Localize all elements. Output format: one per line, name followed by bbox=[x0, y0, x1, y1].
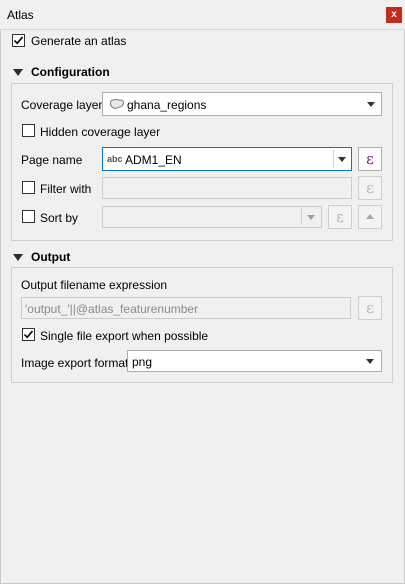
configuration-header[interactable]: Configuration bbox=[31, 65, 110, 79]
combo-divider bbox=[333, 150, 334, 168]
hidden-coverage-checkbox[interactable] bbox=[22, 124, 35, 137]
output-header[interactable]: Output bbox=[31, 250, 70, 264]
sort-by-label: Sort by bbox=[40, 211, 79, 225]
coverage-layer-combo[interactable]: ghana_regions bbox=[102, 92, 382, 116]
generate-atlas-checkbox[interactable] bbox=[12, 34, 25, 47]
polygon-layer-icon bbox=[109, 99, 125, 109]
page-name-label: Page name bbox=[21, 153, 83, 167]
sort-expression-button[interactable]: ε bbox=[328, 205, 352, 229]
output-filename-value: 'output_'||@atlas_featurenumber bbox=[25, 302, 199, 316]
image-export-format-value: png bbox=[132, 355, 153, 369]
chevron-down-icon bbox=[367, 102, 375, 107]
checkmark-icon bbox=[13, 36, 24, 45]
sort-by-checkbox[interactable] bbox=[22, 210, 35, 223]
sort-order-button[interactable] bbox=[358, 205, 382, 229]
title-bar bbox=[0, 0, 405, 30]
output-filename-label: Output filename expression bbox=[21, 278, 168, 292]
page-name-value: ADM1_EN bbox=[125, 153, 182, 167]
coverage-layer-value: ghana_regions bbox=[127, 98, 207, 112]
collapse-caret-icon[interactable] bbox=[13, 69, 23, 76]
string-type-icon: abc bbox=[107, 154, 123, 164]
single-file-export-label: Single file export when possible bbox=[40, 329, 209, 343]
coverage-layer-label: Coverage layer bbox=[21, 98, 103, 112]
chevron-down-icon bbox=[307, 215, 315, 220]
sort-ascending-icon bbox=[366, 214, 374, 219]
hidden-coverage-label: Hidden coverage layer bbox=[40, 125, 161, 139]
filter-expression-button[interactable]: ε bbox=[358, 176, 382, 200]
filter-with-label: Filter with bbox=[40, 182, 92, 196]
close-button[interactable]: x bbox=[386, 7, 402, 23]
sort-field-combo[interactable] bbox=[102, 206, 322, 228]
chevron-down-icon[interactable] bbox=[338, 157, 346, 162]
single-file-export-checkbox[interactable] bbox=[22, 328, 35, 341]
generate-atlas-label: Generate an atlas bbox=[31, 34, 127, 48]
page-name-expression-button[interactable]: ε bbox=[358, 147, 382, 171]
window-title: Atlas bbox=[7, 8, 34, 22]
image-export-format-combo[interactable]: png bbox=[127, 350, 382, 372]
image-export-format-label: Image export format bbox=[21, 356, 129, 370]
output-filename-expression-button[interactable]: ε bbox=[358, 296, 382, 320]
output-filename-field[interactable]: 'output_'||@atlas_featurenumber bbox=[21, 297, 351, 319]
checkmark-icon bbox=[23, 330, 34, 339]
chevron-down-icon bbox=[366, 359, 374, 364]
filter-expression-field[interactable] bbox=[102, 177, 352, 199]
page-name-field[interactable]: abc ADM1_EN bbox=[102, 147, 352, 171]
combo-divider bbox=[301, 209, 302, 225]
filter-with-checkbox[interactable] bbox=[22, 181, 35, 194]
collapse-caret-icon[interactable] bbox=[13, 254, 23, 261]
